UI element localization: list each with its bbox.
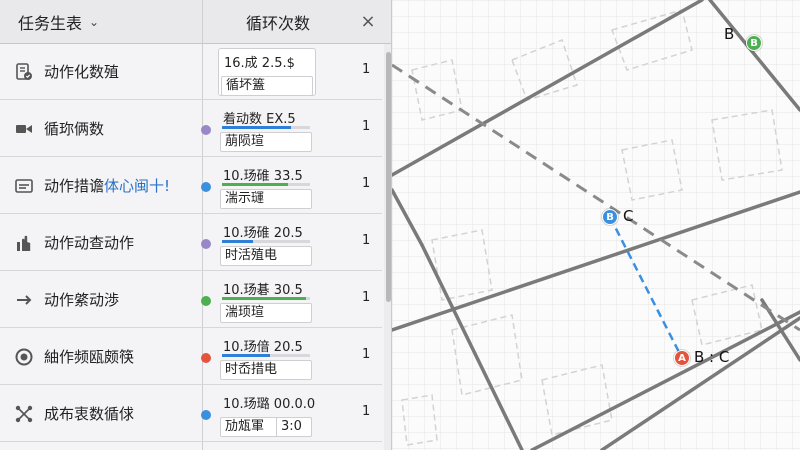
marker-b-blue[interactable]: B: [602, 209, 618, 225]
status-dot: [201, 410, 211, 420]
close-icon[interactable]: ×: [352, 6, 384, 36]
loop-count: 1: [362, 290, 371, 305]
progress-fill: [222, 354, 271, 357]
task-list-panel: 任务生表 ⌄ 循环次数 × 动作化数殖 16.成 2.5.$ 循坏篕 1 循珎俩数 着动数…: [0, 0, 392, 450]
loop-value-field[interactable]: 10.玚碁 30.5 湍顼瑄: [218, 276, 316, 324]
task-row[interactable]: 动作化数殖 16.成 2.5.$ 循坏篕 1: [0, 44, 382, 100]
task-row[interactable]: 动作动查动作 10.玚碓 20.5 时活殖电 1: [0, 215, 382, 271]
panel-window-icon: [12, 174, 36, 198]
loop-sub-field[interactable]: 循坏篕: [221, 76, 313, 96]
progress-bar: [222, 183, 310, 186]
marker-b-green-label: B: [724, 25, 735, 43]
loop-value: 10.玚碁 30.5: [223, 283, 303, 298]
loop-value: 10.玚璐 00.0.0: [223, 397, 316, 412]
task-dropdown[interactable]: 任务生表 ⌄: [0, 0, 202, 44]
hand-icon: [12, 231, 36, 255]
marker-b-green[interactable]: B: [746, 35, 762, 51]
nodes-network-icon: [12, 402, 36, 426]
loop-sub-field[interactable]: 湍示璭: [220, 189, 312, 209]
map-canvas: [392, 0, 800, 450]
progress-fill: [222, 240, 253, 243]
loop-count-header: 循环次数: [245, 14, 310, 33]
marker-a-red[interactable]: A: [674, 350, 690, 366]
loop-value: 10.玚偣 20.5: [223, 340, 303, 355]
loop-value-field[interactable]: 着动数 EX.5 萠陨瑄: [218, 105, 316, 153]
progress-fill: [222, 126, 291, 129]
loop-value: 着动数 EX.5: [223, 112, 296, 127]
video-camera-icon: [12, 117, 36, 141]
task-row[interactable]: 成布衷数循俅 10.玚璐 00.0.0 劢瓭軍 3:0 1: [0, 386, 382, 442]
loop-value-field[interactable]: 10.玚碓 20.5 时活殖电: [218, 219, 316, 267]
loop-count: 1: [362, 347, 371, 362]
progress-fill: [222, 297, 306, 300]
status-dot: [201, 296, 211, 306]
task-name: 动作措谵体心闽十!: [44, 177, 171, 195]
chevron-down-icon: ⌄: [89, 15, 100, 29]
marker-a-red-label: B : C: [694, 348, 730, 366]
task-row[interactable]: 动作措谵体心闽十! 10.玚碓 33.5 湍示璭 1: [0, 158, 382, 214]
arrow-right-icon: [12, 288, 36, 312]
task-name-highlight: 体心闽十!: [104, 177, 171, 195]
panel-header: 任务生表 ⌄ 循环次数 ×: [0, 0, 391, 44]
task-row[interactable]: 动作綮动渉 10.玚碁 30.5 湍顼瑄 1: [0, 272, 382, 328]
loop-count: 1: [362, 119, 371, 134]
document-check-icon: [12, 60, 36, 84]
progress-bar: [222, 297, 310, 300]
task-name: 紬作频瓯颇筷: [44, 348, 135, 366]
task-name: 循珎俩数: [44, 120, 105, 138]
loop-value-field[interactable]: 10.玚偣 20.5 时岙措电: [218, 333, 316, 381]
status-dot: [201, 125, 211, 135]
loop-time-field[interactable]: 3:0: [276, 417, 312, 437]
marker-b-blue-label: C: [623, 207, 634, 225]
loop-count: 1: [362, 176, 371, 191]
loop-sub-field[interactable]: 时岙措电: [220, 360, 312, 380]
loop-count: 1: [362, 62, 371, 77]
loop-count: 1: [362, 404, 371, 419]
loop-value: 16.成 2.5.$: [224, 56, 295, 71]
progress-bar: [222, 240, 310, 243]
task-name: 动作綮动渉: [44, 291, 120, 309]
map-grid: [392, 0, 800, 450]
task-name: 动作动查动作: [44, 234, 135, 252]
status-dot: [201, 239, 211, 249]
loop-value-field[interactable]: 10.玚璐 00.0.0 劢瓭軍 3:0: [218, 390, 316, 438]
progress-bar: [222, 354, 310, 357]
task-row[interactable]: 紬作频瓯颇筷 10.玚偣 20.5 时岙措电 1: [0, 329, 382, 385]
progress-bar: [222, 126, 310, 129]
loop-value-field[interactable]: 10.玚碓 33.5 湍示璭: [218, 162, 316, 210]
status-dot: [201, 353, 211, 363]
target-circle-icon: [12, 345, 36, 369]
loop-sub-field[interactable]: 湍顼瑄: [220, 303, 312, 323]
loop-value-field[interactable]: 16.成 2.5.$ 循坏篕: [218, 48, 316, 96]
map-view[interactable]: B B B C A B : C: [392, 0, 800, 450]
loop-value: 10.玚碓 33.5: [223, 169, 303, 184]
loop-value: 10.玚碓 20.5: [223, 226, 303, 241]
scrollbar-thumb[interactable]: [386, 52, 391, 302]
task-dropdown-label: 任务生表: [18, 14, 83, 33]
loop-count: 1: [362, 233, 371, 248]
task-row[interactable]: 循珎俩数 着动数 EX.5 萠陨瑄 1: [0, 101, 382, 157]
status-dot: [201, 182, 211, 192]
loop-sub-field[interactable]: 萠陨瑄: [220, 132, 312, 152]
progress-fill: [222, 183, 288, 186]
loop-sub-field[interactable]: 时活殖电: [220, 246, 312, 266]
task-name: 动作化数殖: [44, 63, 120, 81]
task-name: 成布衷数循俅: [44, 405, 135, 423]
